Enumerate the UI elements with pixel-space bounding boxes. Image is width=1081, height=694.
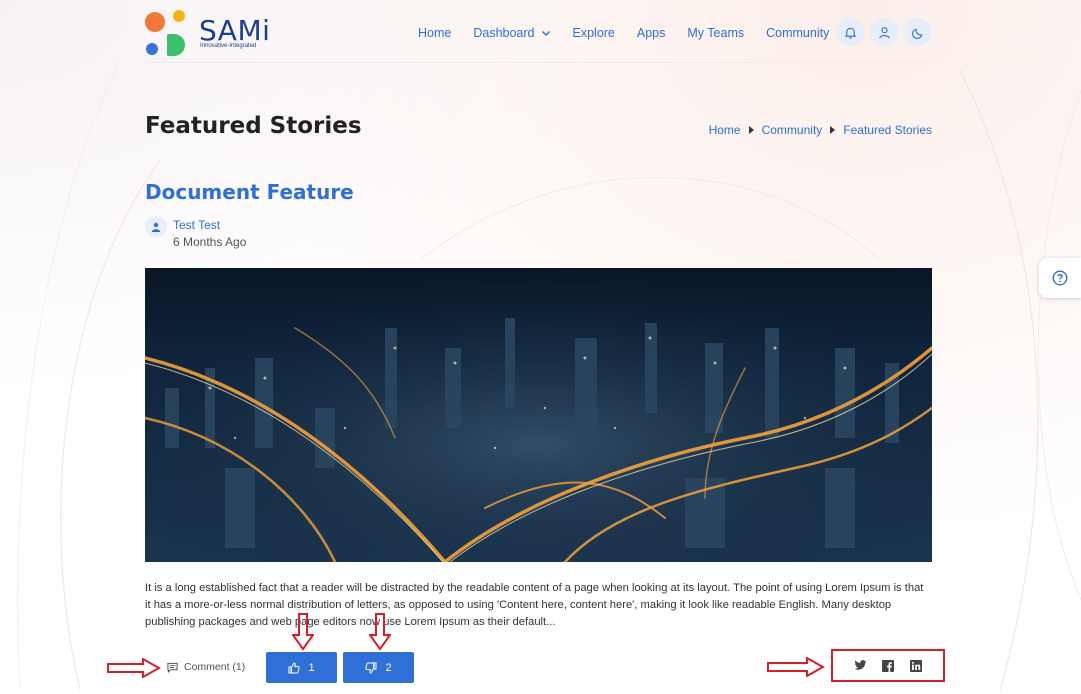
- page-container: SAMi Innovative-Integrated Home Dashboar…: [145, 0, 945, 694]
- author-name[interactable]: Test Test: [173, 218, 220, 232]
- thumbs-up-icon: [288, 661, 301, 673]
- breadcrumb-home[interactable]: Home: [709, 123, 741, 137]
- logo-dot-orange: [145, 12, 165, 32]
- logo-dot-blue: [146, 43, 158, 55]
- notifications-button[interactable]: [836, 18, 864, 46]
- nav-explore-label: Explore: [572, 26, 615, 40]
- like-button[interactable]: 1: [266, 652, 337, 683]
- nav-my-teams-label: My Teams: [687, 26, 745, 40]
- annotation-arrow-down-dislike: [369, 613, 391, 651]
- nav-community[interactable]: Community: [766, 26, 845, 40]
- share-links-highlight: [831, 649, 945, 682]
- breadcrumb-featured-stories[interactable]: Featured Stories: [843, 123, 932, 137]
- breadcrumb-separator-icon: [830, 126, 836, 134]
- twitter-share-button[interactable]: [853, 659, 867, 673]
- comment-label: Comment (1): [184, 661, 246, 673]
- nav-apps[interactable]: Apps: [637, 26, 666, 40]
- breadcrumb: Home Community Featured Stories: [709, 123, 932, 137]
- city-night-aerial-photo: [145, 268, 932, 562]
- annotation-arrow-down-like: [292, 613, 314, 651]
- nav-home-label: Home: [418, 26, 452, 40]
- dislike-button[interactable]: 2: [343, 652, 414, 683]
- nav-dashboard-label: Dashboard: [473, 26, 535, 40]
- thumbs-down-icon: [365, 662, 377, 674]
- dislike-count: 2: [385, 661, 392, 674]
- twitter-icon: [854, 660, 866, 670]
- article-title: Document Feature: [145, 180, 354, 204]
- brand-tagline: Innovative-Integrated: [200, 43, 257, 49]
- annotation-arrow-right-share: [767, 657, 825, 677]
- comment-button[interactable]: Comment (1): [167, 661, 245, 673]
- nav-dashboard[interactable]: Dashboard: [473, 26, 550, 40]
- profile-button[interactable]: [870, 18, 898, 46]
- article-body: It is a long established fact that a rea…: [145, 582, 924, 628]
- breadcrumb-separator-icon: [748, 126, 754, 134]
- main-nav: Home Dashboard Explore Apps My Teams Com…: [418, 18, 867, 48]
- nav-explore[interactable]: Explore: [573, 26, 615, 40]
- linkedin-share-button[interactable]: [909, 659, 923, 673]
- nav-my-teams[interactable]: My Teams: [687, 26, 744, 40]
- help-button[interactable]: [1039, 258, 1081, 298]
- annotation-arrow-right-comment: [107, 658, 161, 678]
- linkedin-icon: [910, 659, 922, 672]
- help-circle-icon: [1052, 270, 1068, 286]
- facebook-share-button[interactable]: [881, 659, 895, 673]
- user-icon: [151, 222, 161, 232]
- bell-icon: [844, 27, 856, 39]
- moon-icon: [911, 28, 922, 39]
- chevron-down-icon: [541, 31, 550, 36]
- breadcrumb-community[interactable]: Community: [762, 123, 823, 137]
- author-avatar[interactable]: [145, 216, 167, 238]
- logo-dot-yellow: [173, 10, 185, 22]
- logo-shape-green: [167, 34, 185, 56]
- article-image: [145, 268, 932, 562]
- facebook-icon: [882, 659, 894, 672]
- user-icon: [878, 26, 890, 38]
- nav-home[interactable]: Home: [418, 26, 451, 40]
- like-count: 1: [308, 661, 315, 674]
- post-timestamp: 6 Months Ago: [173, 235, 247, 249]
- sami-logo[interactable]: SAMi Innovative-Integrated: [145, 10, 275, 56]
- top-navigation-bar: SAMi Innovative-Integrated Home Dashboar…: [145, 8, 932, 63]
- nav-community-label: Community: [766, 26, 830, 40]
- nav-apps-label: Apps: [636, 26, 666, 40]
- page-title: Featured Stories: [145, 113, 362, 139]
- comment-icon: [167, 662, 178, 673]
- theme-toggle-button[interactable]: [904, 18, 932, 46]
